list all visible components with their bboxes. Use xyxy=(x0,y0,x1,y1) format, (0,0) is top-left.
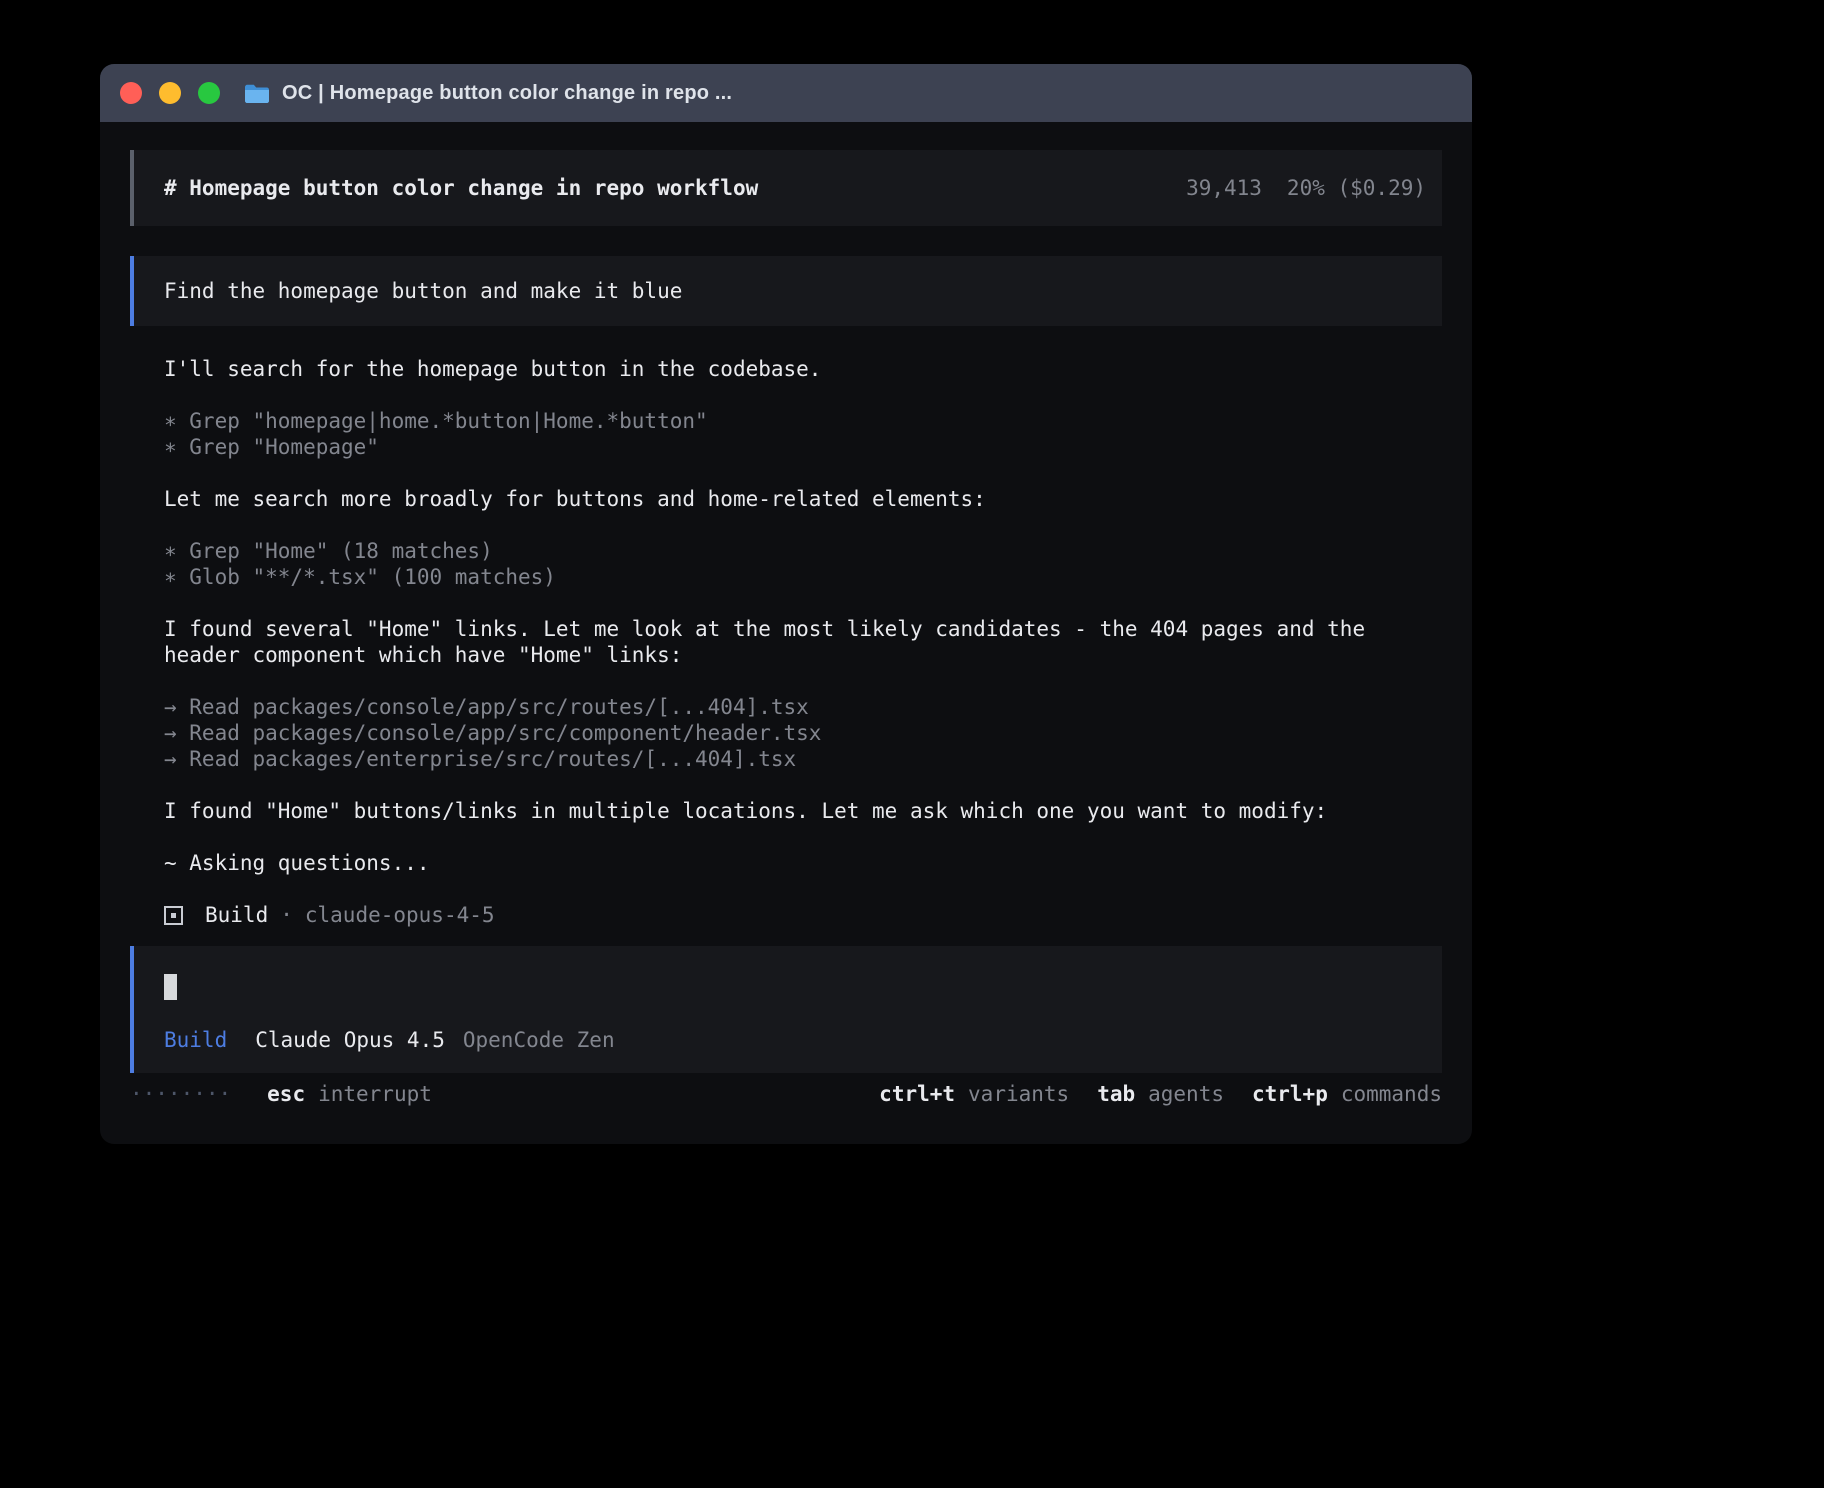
assistant-text-broaden: Let me search more broadly for buttons a… xyxy=(164,486,1442,512)
status-bar-right: ctrl+t variants tab agents ctrl+p comman… xyxy=(879,1081,1442,1107)
assistant-text-ask: I found "Home" buttons/links in multiple… xyxy=(164,798,1442,824)
minimize-button[interactable] xyxy=(159,82,181,104)
input-model[interactable]: Claude Opus 4.5 xyxy=(255,1027,445,1053)
agent-separator: · xyxy=(280,902,293,928)
esc-key: esc xyxy=(267,1081,305,1107)
input-provider: OpenCode Zen xyxy=(463,1027,615,1053)
hint-label-variants: variants xyxy=(968,1081,1069,1107)
tool-call-read: → Read packages/console/app/src/componen… xyxy=(164,720,1442,746)
agent-icon xyxy=(164,906,183,925)
status-bar: ········ esc interrupt ctrl+t variants t… xyxy=(130,1081,1442,1107)
tool-call-read: → Read packages/console/app/src/routes/[… xyxy=(164,694,1442,720)
assistant-status-asking: ~ Asking questions... xyxy=(164,850,1442,876)
tool-call-group-1: ∗ Grep "homepage|home.*button|Home.*butt… xyxy=(164,408,1442,460)
window-titlebar[interactable]: OC | Homepage button color change in rep… xyxy=(100,64,1472,122)
context-cost: 20% ($0.29) xyxy=(1287,176,1426,200)
terminal-content: # Homepage button color change in repo w… xyxy=(100,122,1472,1107)
input-meta-bar: Build Claude Opus 4.5 OpenCode Zen xyxy=(164,1027,1412,1053)
text-cursor xyxy=(164,974,177,1000)
hint-label-commands: commands xyxy=(1341,1081,1442,1107)
folder-icon xyxy=(244,83,270,104)
terminal-window: OC | Homepage button color change in rep… xyxy=(100,64,1472,1144)
assistant-text-candidates: I found several "Home" links. Let me loo… xyxy=(164,616,1442,668)
assistant-response: I'll search for the homepage button in t… xyxy=(130,326,1442,928)
window-title: OC | Homepage button color change in rep… xyxy=(282,82,732,105)
token-count: 39,413 xyxy=(1186,176,1262,200)
tool-call-glob: ∗ Glob "**/*.tsx" (100 matches) xyxy=(164,564,1442,590)
zoom-button[interactable] xyxy=(198,82,220,104)
tool-call-grep: ∗ Grep "Home" (18 matches) xyxy=(164,538,1442,564)
hint-label-agents: agents xyxy=(1148,1081,1224,1107)
tool-call-group-reads: → Read packages/console/app/src/routes/[… xyxy=(164,694,1442,772)
close-button[interactable] xyxy=(120,82,142,104)
agent-model: claude-opus-4-5 xyxy=(305,902,495,928)
status-bar-left: ········ esc interrupt xyxy=(130,1081,432,1107)
assistant-text-intro: I'll search for the homepage button in t… xyxy=(164,356,1442,382)
hint-key-agents: tab xyxy=(1097,1081,1135,1107)
tool-call-group-2: ∗ Grep "Home" (18 matches) ∗ Glob "**/*.… xyxy=(164,538,1442,590)
hint-key-variants: ctrl+t xyxy=(879,1081,955,1107)
tool-call-grep: ∗ Grep "Homepage" xyxy=(164,434,1442,460)
session-header: # Homepage button color change in repo w… xyxy=(130,150,1442,226)
traffic-lights xyxy=(120,82,220,104)
session-title: # Homepage button color change in repo w… xyxy=(164,176,758,200)
hint-key-commands: ctrl+p xyxy=(1252,1081,1328,1107)
user-message: Find the homepage button and make it blu… xyxy=(130,256,1442,326)
agent-name: Build xyxy=(205,902,268,928)
agent-badge: Build · claude-opus-4-5 xyxy=(164,902,1442,928)
session-stats: 39,413 20% ($0.29) xyxy=(1186,176,1426,200)
esc-label: interrupt xyxy=(318,1081,432,1107)
agent-icon-dot xyxy=(171,913,176,918)
tool-call-grep: ∗ Grep "homepage|home.*button|Home.*butt… xyxy=(164,408,1442,434)
tool-call-read: → Read packages/enterprise/src/routes/[.… xyxy=(164,746,1442,772)
spinner-dots: ········ xyxy=(130,1081,231,1107)
prompt-input[interactable]: Build Claude Opus 4.5 OpenCode Zen xyxy=(130,946,1442,1073)
input-mode-build[interactable]: Build xyxy=(164,1027,227,1053)
user-message-text: Find the homepage button and make it blu… xyxy=(164,278,682,304)
